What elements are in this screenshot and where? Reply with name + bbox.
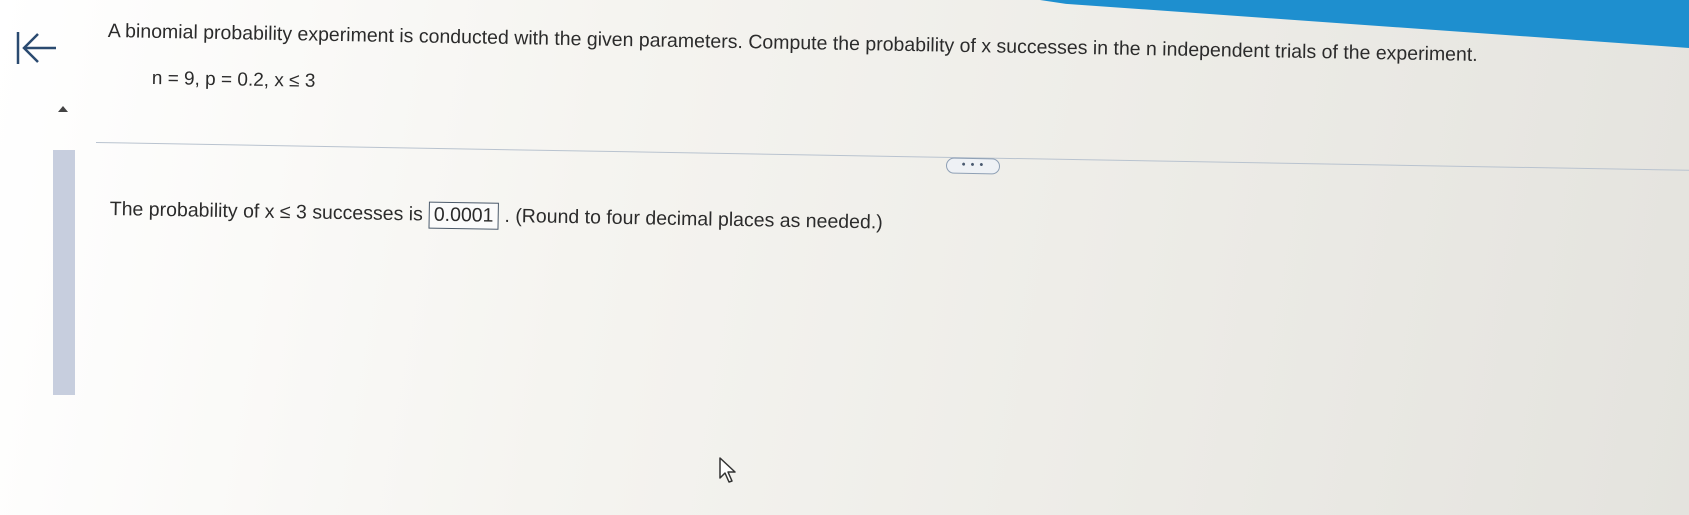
- mouse-pointer-icon: [718, 456, 740, 484]
- question-prompt: A binomial probability experiment is con…: [107, 20, 1478, 66]
- answer-input[interactable]: 0.0001: [428, 201, 499, 230]
- scrollbar-track[interactable]: [53, 150, 75, 395]
- answer-statement: The probability of x ≤ 3 successes is 0.0…: [110, 196, 883, 236]
- back-to-start-button[interactable]: [14, 28, 60, 68]
- answer-prefix: The probability of x ≤ 3 successes is: [109, 197, 424, 226]
- expand-more-button[interactable]: • • •: [945, 157, 1001, 175]
- first-page-arrow-icon: [16, 32, 56, 64]
- answer-suffix: . (Round to four decimal places as neede…: [504, 204, 883, 234]
- section-divider: [95, 142, 1689, 171]
- question-parameters: n = 9, p = 0.2, x ≤ 3: [151, 68, 316, 92]
- scrollbar-thumb[interactable]: [53, 150, 75, 395]
- scroll-up-arrow-icon[interactable]: [58, 106, 68, 112]
